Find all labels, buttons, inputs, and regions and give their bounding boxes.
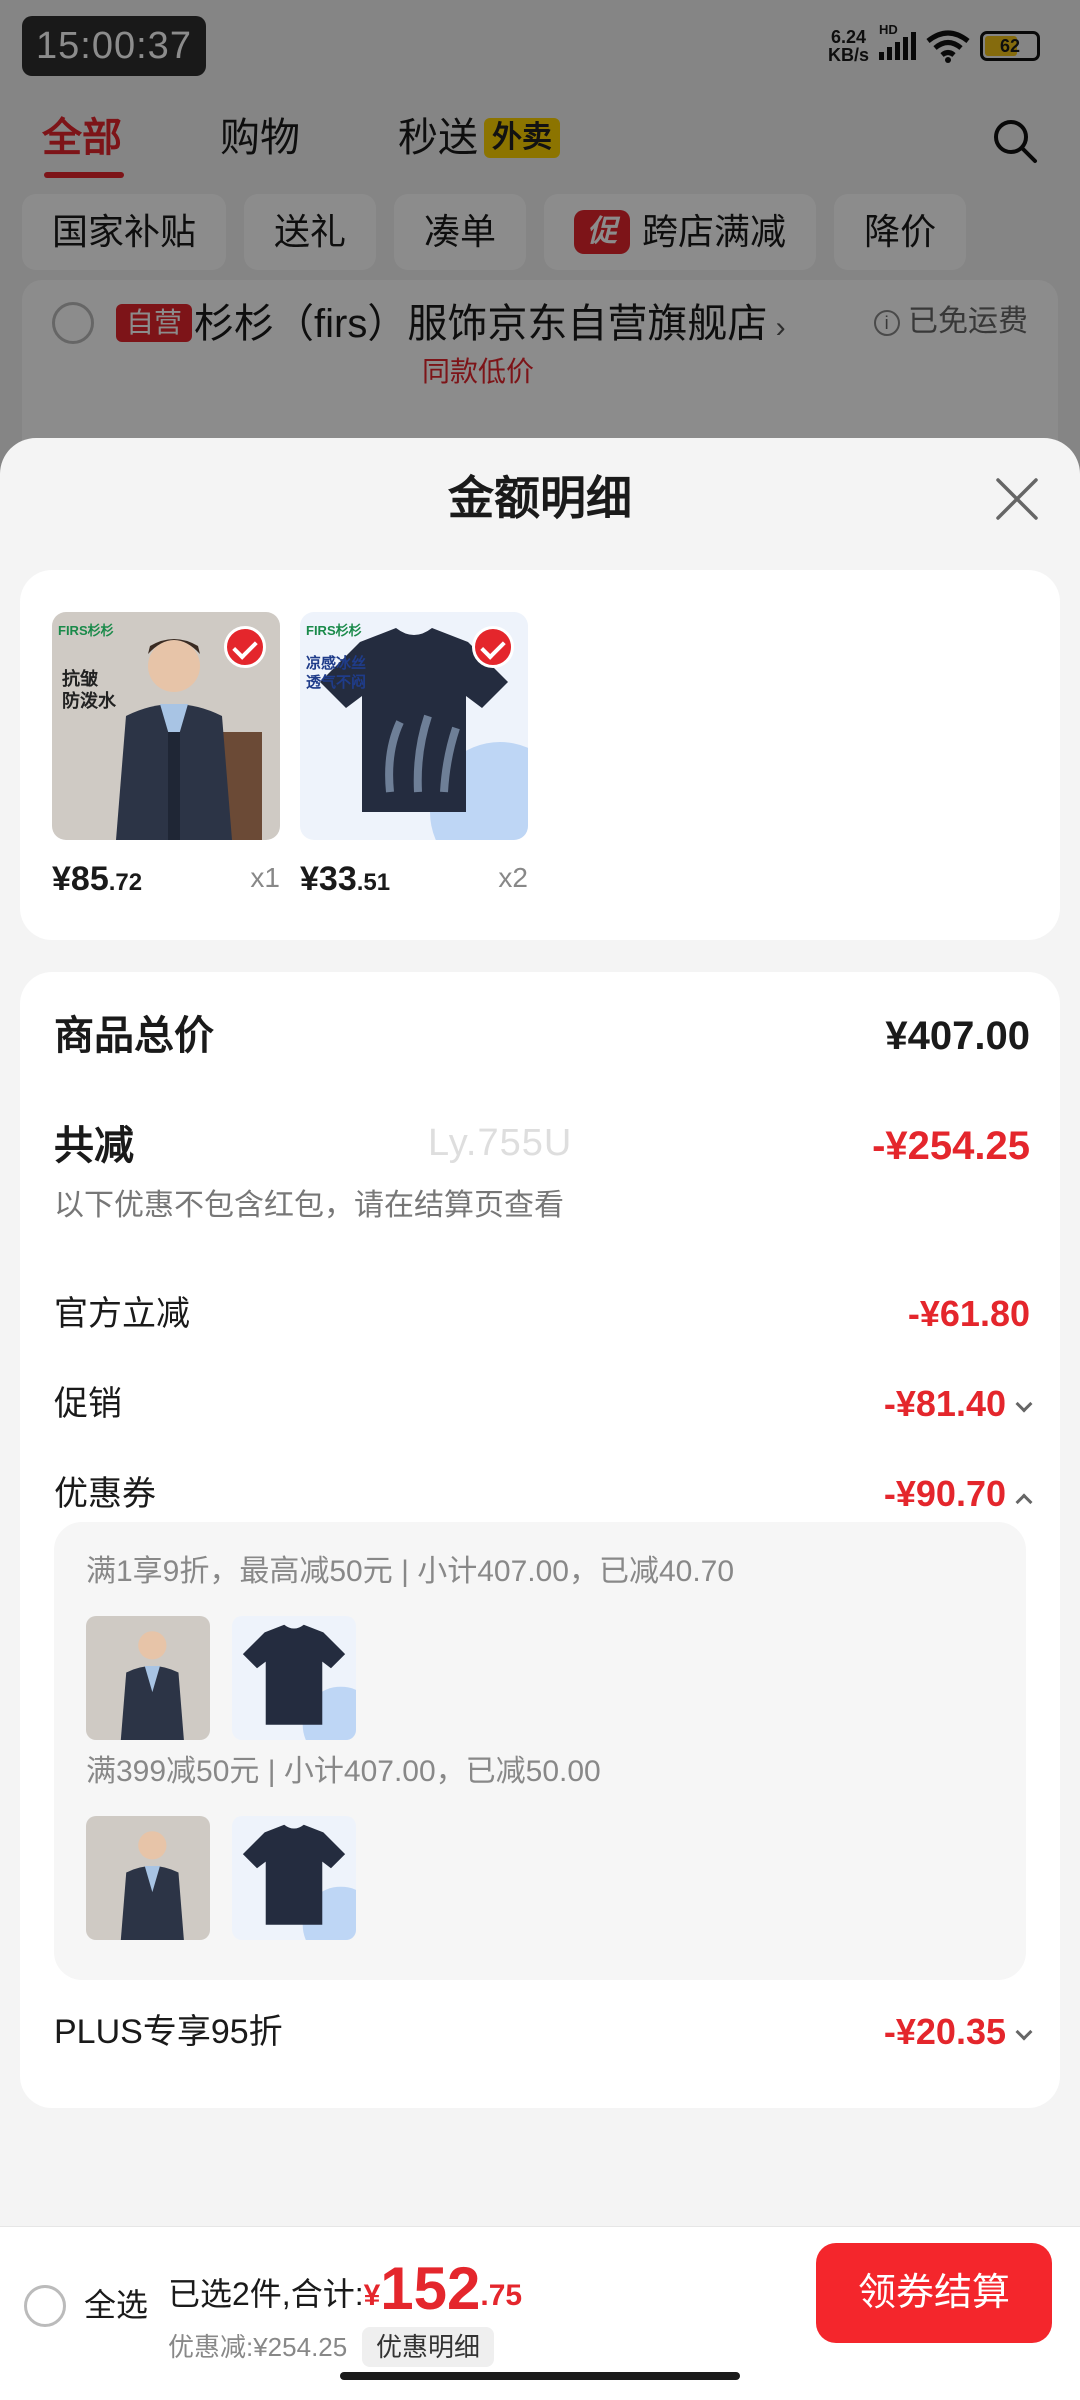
coupon-line: 满1享9折，最高减50元 | 小计407.00，已减40.70 bbox=[86, 1555, 735, 1588]
product-item[interactable]: FIRS杉杉 抗皱 防泼水 ¥85.72 x1 bbox=[52, 612, 280, 900]
product-price: ¥33.51 x2 bbox=[300, 860, 528, 898]
redpacket-note: 以下优惠不包含红包，请在结算页查看 bbox=[54, 1189, 564, 1222]
promotion-row-toggle[interactable]: -¥81.40 bbox=[884, 1380, 1033, 1428]
product-price: ¥85.72 x1 bbox=[52, 860, 280, 898]
coupon-row-toggle[interactable]: -¥90.70 bbox=[884, 1470, 1033, 1518]
coupon-label: 优惠券 bbox=[54, 1475, 156, 1513]
select-all-radio[interactable] bbox=[24, 2285, 66, 2327]
product-image-jacket: FIRS杉杉 抗皱 防泼水 bbox=[52, 612, 280, 840]
chevron-down-icon bbox=[1015, 2023, 1033, 2041]
sheet-title: 金额明细 bbox=[448, 472, 632, 524]
coupon-line: 满399减50元 | 小计407.00，已减50.00 bbox=[86, 1755, 601, 1788]
plus-row-toggle[interactable]: -¥20.35 bbox=[884, 2008, 1033, 2056]
product-qty: x2 bbox=[498, 862, 528, 893]
chevron-up-icon bbox=[1015, 1493, 1033, 1511]
total-reduce-value: -¥254.25 bbox=[872, 1124, 1030, 1168]
product-image-tshirt: FIRS杉杉 凉感冰丝 透气不闷 bbox=[300, 612, 528, 840]
total-price-value: ¥407.00 bbox=[885, 1014, 1030, 1058]
home-indicator[interactable] bbox=[340, 2372, 740, 2380]
coupon-product-thumb-tshirt bbox=[232, 1616, 356, 1740]
plus-discount-label: PLUS专享95折 bbox=[54, 2013, 283, 2051]
official-discount-label: 官方立减 bbox=[54, 1295, 190, 1333]
close-icon[interactable] bbox=[994, 476, 1040, 522]
discount-summary: 优惠减:¥254.25 bbox=[168, 2332, 348, 2362]
selected-check-icon bbox=[224, 626, 266, 668]
product-item[interactable]: FIRS杉杉 凉感冰丝 透气不闷 ¥33.51 x2 bbox=[300, 612, 528, 900]
checkout-button[interactable]: 领券结算 bbox=[816, 2243, 1052, 2343]
coupon-details: 满1享9折，最高减50元 | 小计407.00，已减40.70 满399减50元… bbox=[54, 1522, 1026, 1980]
promotion-label: 促销 bbox=[54, 1385, 122, 1423]
official-discount-value: -¥61.80 bbox=[907, 1293, 1030, 1334]
chevron-down-icon bbox=[1015, 1395, 1033, 1413]
coupon-product-thumb-jacket bbox=[86, 1816, 210, 1940]
product-qty: x1 bbox=[250, 862, 280, 893]
total-reduce-label: 共减 bbox=[54, 1124, 134, 1168]
selected-products: FIRS杉杉 抗皱 防泼水 ¥85.72 x1 FIRS杉杉 凉感冰丝 透气不闷… bbox=[20, 570, 1060, 940]
selected-total: 已选2件,合计:¥152.75 bbox=[168, 2255, 523, 2322]
total-price-label: 商品总价 bbox=[54, 1014, 214, 1058]
coupon-product-thumb-tshirt bbox=[232, 1816, 356, 1940]
discount-detail-button[interactable]: 优惠明细 bbox=[362, 2327, 495, 2367]
selected-check-icon bbox=[472, 626, 514, 668]
watermark: Ly.755U bbox=[428, 1122, 573, 1164]
coupon-product-thumb-jacket bbox=[86, 1616, 210, 1740]
select-all-label[interactable]: 全选 bbox=[84, 2283, 148, 2327]
amount-detail-sheet: 金额明细 FIRS杉杉 抗皱 防泼水 ¥85.72 x1 FIRS杉杉 凉感冰丝… bbox=[0, 438, 1080, 2400]
